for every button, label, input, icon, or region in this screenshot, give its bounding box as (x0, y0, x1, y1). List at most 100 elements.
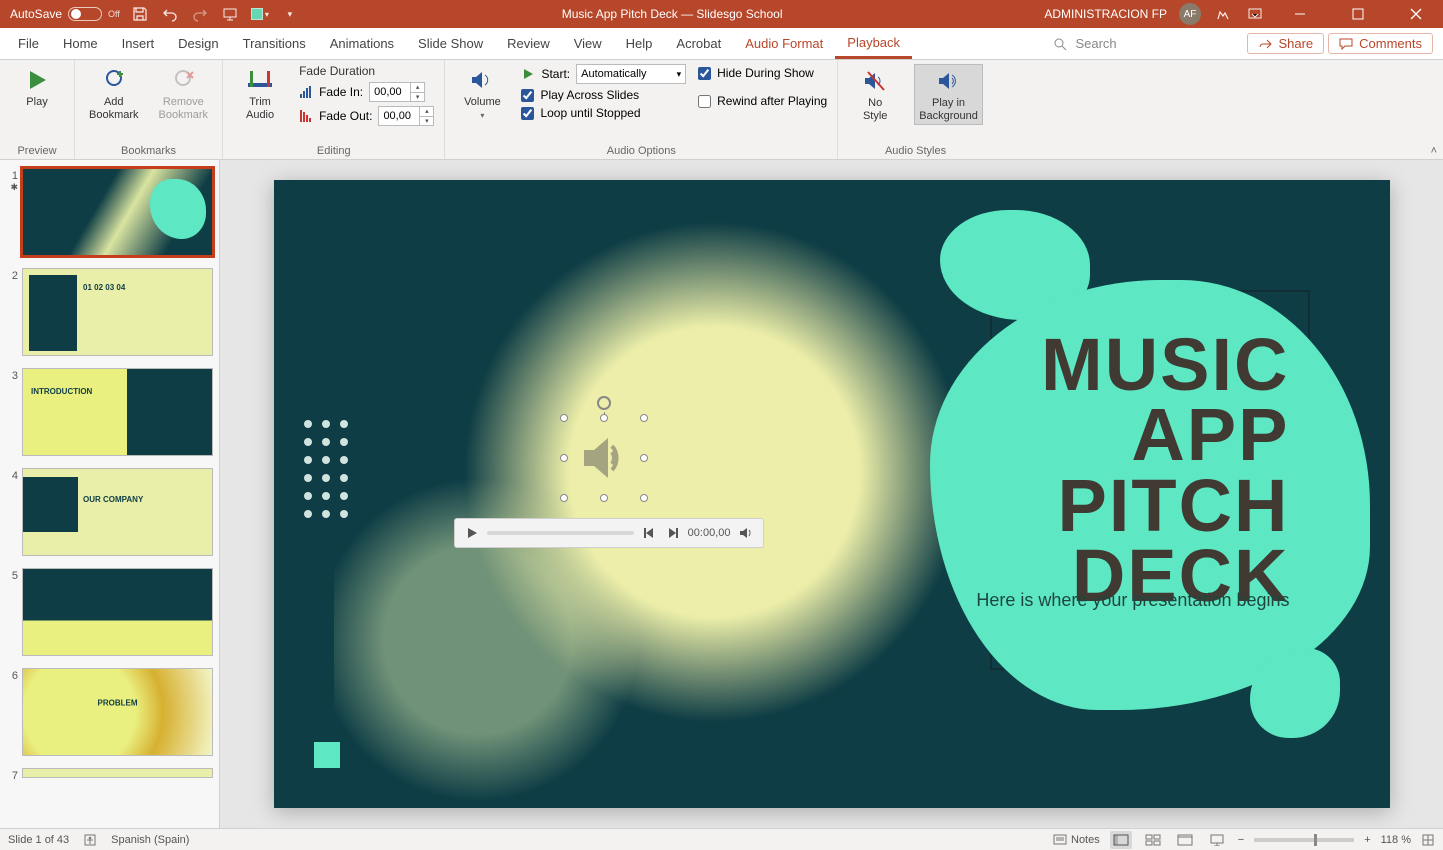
rotate-handle-icon[interactable] (597, 396, 611, 410)
slide-canvas-area[interactable]: MUSIC APP PITCH DECK Here is where your … (220, 160, 1443, 828)
search-input[interactable]: Search (1043, 36, 1243, 51)
undo-icon[interactable] (160, 4, 180, 24)
zoom-out-button[interactable]: − (1238, 834, 1244, 846)
tab-slideshow[interactable]: Slide Show (406, 28, 495, 59)
present-from-start-icon[interactable] (220, 4, 240, 24)
resize-handle[interactable] (640, 494, 648, 502)
zoom-in-button[interactable]: + (1364, 834, 1370, 846)
slide-thumb-4[interactable]: OUR COMPANY (22, 468, 213, 556)
tab-design[interactable]: Design (166, 28, 230, 59)
resize-handle[interactable] (560, 414, 568, 422)
coming-soon-icon[interactable] (1213, 4, 1233, 24)
group-label-preview: Preview (10, 143, 64, 157)
volume-icon (468, 66, 496, 94)
audio-play-button[interactable] (463, 524, 481, 542)
slide-thumb-3[interactable]: INTRODUCTION (22, 368, 213, 456)
tab-animations[interactable]: Animations (318, 28, 406, 59)
play-in-background-button[interactable]: Play in Background (914, 64, 983, 125)
zoom-level[interactable]: 118 % (1381, 834, 1411, 846)
resize-handle[interactable] (640, 454, 648, 462)
fit-to-window-button[interactable] (1421, 833, 1435, 847)
remove-bookmark-button: Remove Bookmark (155, 64, 213, 123)
start-select[interactable]: Automatically▾ (576, 64, 686, 84)
resize-handle[interactable] (600, 414, 608, 422)
decor-smoke (434, 220, 994, 780)
resize-handle[interactable] (600, 494, 608, 502)
audio-skip-back-button[interactable] (640, 524, 658, 542)
slide-counter[interactable]: Slide 1 of 43 (8, 834, 69, 846)
reading-view-button[interactable] (1174, 831, 1196, 849)
step-down-icon[interactable]: ▾ (419, 116, 433, 125)
share-button[interactable]: Share (1247, 33, 1324, 54)
audio-object[interactable] (564, 418, 644, 498)
normal-view-button[interactable] (1110, 831, 1132, 849)
comments-button[interactable]: Comments (1328, 33, 1433, 54)
thumb-number: 5 (4, 568, 18, 656)
language-status[interactable]: Spanish (Spain) (111, 834, 189, 846)
tab-view[interactable]: View (562, 28, 614, 59)
no-style-button[interactable]: No Style (848, 64, 902, 125)
slide-subtitle: Here is where your presentation begins (950, 590, 1290, 611)
volume-button[interactable]: Volume ▾ (455, 64, 509, 122)
slide-thumb-6[interactable]: PROBLEM (22, 668, 213, 756)
fade-in-field[interactable]: ▴▾ (369, 82, 425, 102)
minimize-button[interactable] (1277, 0, 1323, 28)
step-down-icon[interactable]: ▾ (410, 92, 424, 101)
slide-thumbnail-panel[interactable]: 1✱ 201 02 03 04 3INTRODUCTION 4OUR COMPA… (0, 160, 220, 828)
tab-transitions[interactable]: Transitions (231, 28, 318, 59)
speaker-icon (572, 426, 636, 490)
tab-home[interactable]: Home (51, 28, 110, 59)
shape-fill-swatch[interactable]: ▾ (250, 4, 270, 24)
slide-thumb-1[interactable] (22, 168, 213, 256)
collapse-ribbon-icon[interactable]: ˄ (1431, 145, 1437, 157)
sorter-view-button[interactable] (1142, 831, 1164, 849)
slide-thumb-7[interactable] (22, 768, 213, 778)
loop-checkbox[interactable]: Loop until Stopped (521, 106, 686, 120)
group-label-editing: Editing (233, 143, 434, 157)
tab-acrobat[interactable]: Acrobat (664, 28, 733, 59)
play-button[interactable]: Play (10, 64, 64, 111)
avatar[interactable]: AF (1179, 3, 1201, 25)
slide-thumb-5[interactable] (22, 568, 213, 656)
autosave-toggle[interactable]: AutoSave Off (10, 7, 120, 21)
resize-handle[interactable] (640, 414, 648, 422)
accessibility-icon[interactable] (83, 833, 97, 847)
tab-insert[interactable]: Insert (110, 28, 167, 59)
step-up-icon[interactable]: ▴ (419, 107, 433, 116)
save-icon[interactable] (130, 4, 150, 24)
tab-file[interactable]: File (6, 28, 51, 59)
audio-skip-fwd-button[interactable] (664, 524, 682, 542)
ribbon-tabs: File Home Insert Design Transitions Anim… (0, 28, 1443, 60)
slideshow-view-button[interactable] (1206, 831, 1228, 849)
audio-track[interactable] (487, 531, 634, 535)
zoom-slider[interactable] (1254, 838, 1354, 842)
audio-volume-button[interactable] (737, 524, 755, 542)
resize-handle[interactable] (560, 454, 568, 462)
slide-title: MUSIC APP PITCH DECK (970, 330, 1290, 611)
hide-during-show-checkbox[interactable]: Hide During Show (698, 66, 827, 80)
resize-handle[interactable] (560, 494, 568, 502)
notes-button[interactable]: Notes (1053, 834, 1100, 846)
group-preview: Play Preview (0, 60, 75, 159)
ribbon-display-icon[interactable] (1245, 4, 1265, 24)
maximize-button[interactable] (1335, 0, 1381, 28)
step-up-icon[interactable]: ▴ (410, 83, 424, 92)
play-across-checkbox[interactable]: Play Across Slides (521, 88, 686, 102)
trim-audio-button[interactable]: Trim Audio (233, 64, 287, 123)
tab-playback[interactable]: Playback (835, 28, 912, 59)
tab-help[interactable]: Help (614, 28, 665, 59)
redo-icon[interactable] (190, 4, 210, 24)
fade-out-label: Fade Out: (319, 109, 372, 123)
close-button[interactable] (1393, 0, 1439, 28)
slide-thumb-2[interactable]: 01 02 03 04 (22, 268, 213, 356)
add-bookmark-button[interactable]: Add Bookmark (85, 64, 143, 123)
thumb-number: 6 (4, 668, 18, 756)
tab-audio-format[interactable]: Audio Format (733, 28, 835, 59)
user-name: ADMINISTRACION FP (1044, 7, 1167, 21)
tab-review[interactable]: Review (495, 28, 562, 59)
bookmark-add-icon (100, 66, 128, 94)
qat-customize-icon[interactable]: ▾ (280, 4, 300, 24)
autosave-state: Off (108, 9, 120, 19)
rewind-checkbox[interactable]: Rewind after Playing (698, 94, 827, 108)
fade-out-field[interactable]: ▴▾ (378, 106, 434, 126)
